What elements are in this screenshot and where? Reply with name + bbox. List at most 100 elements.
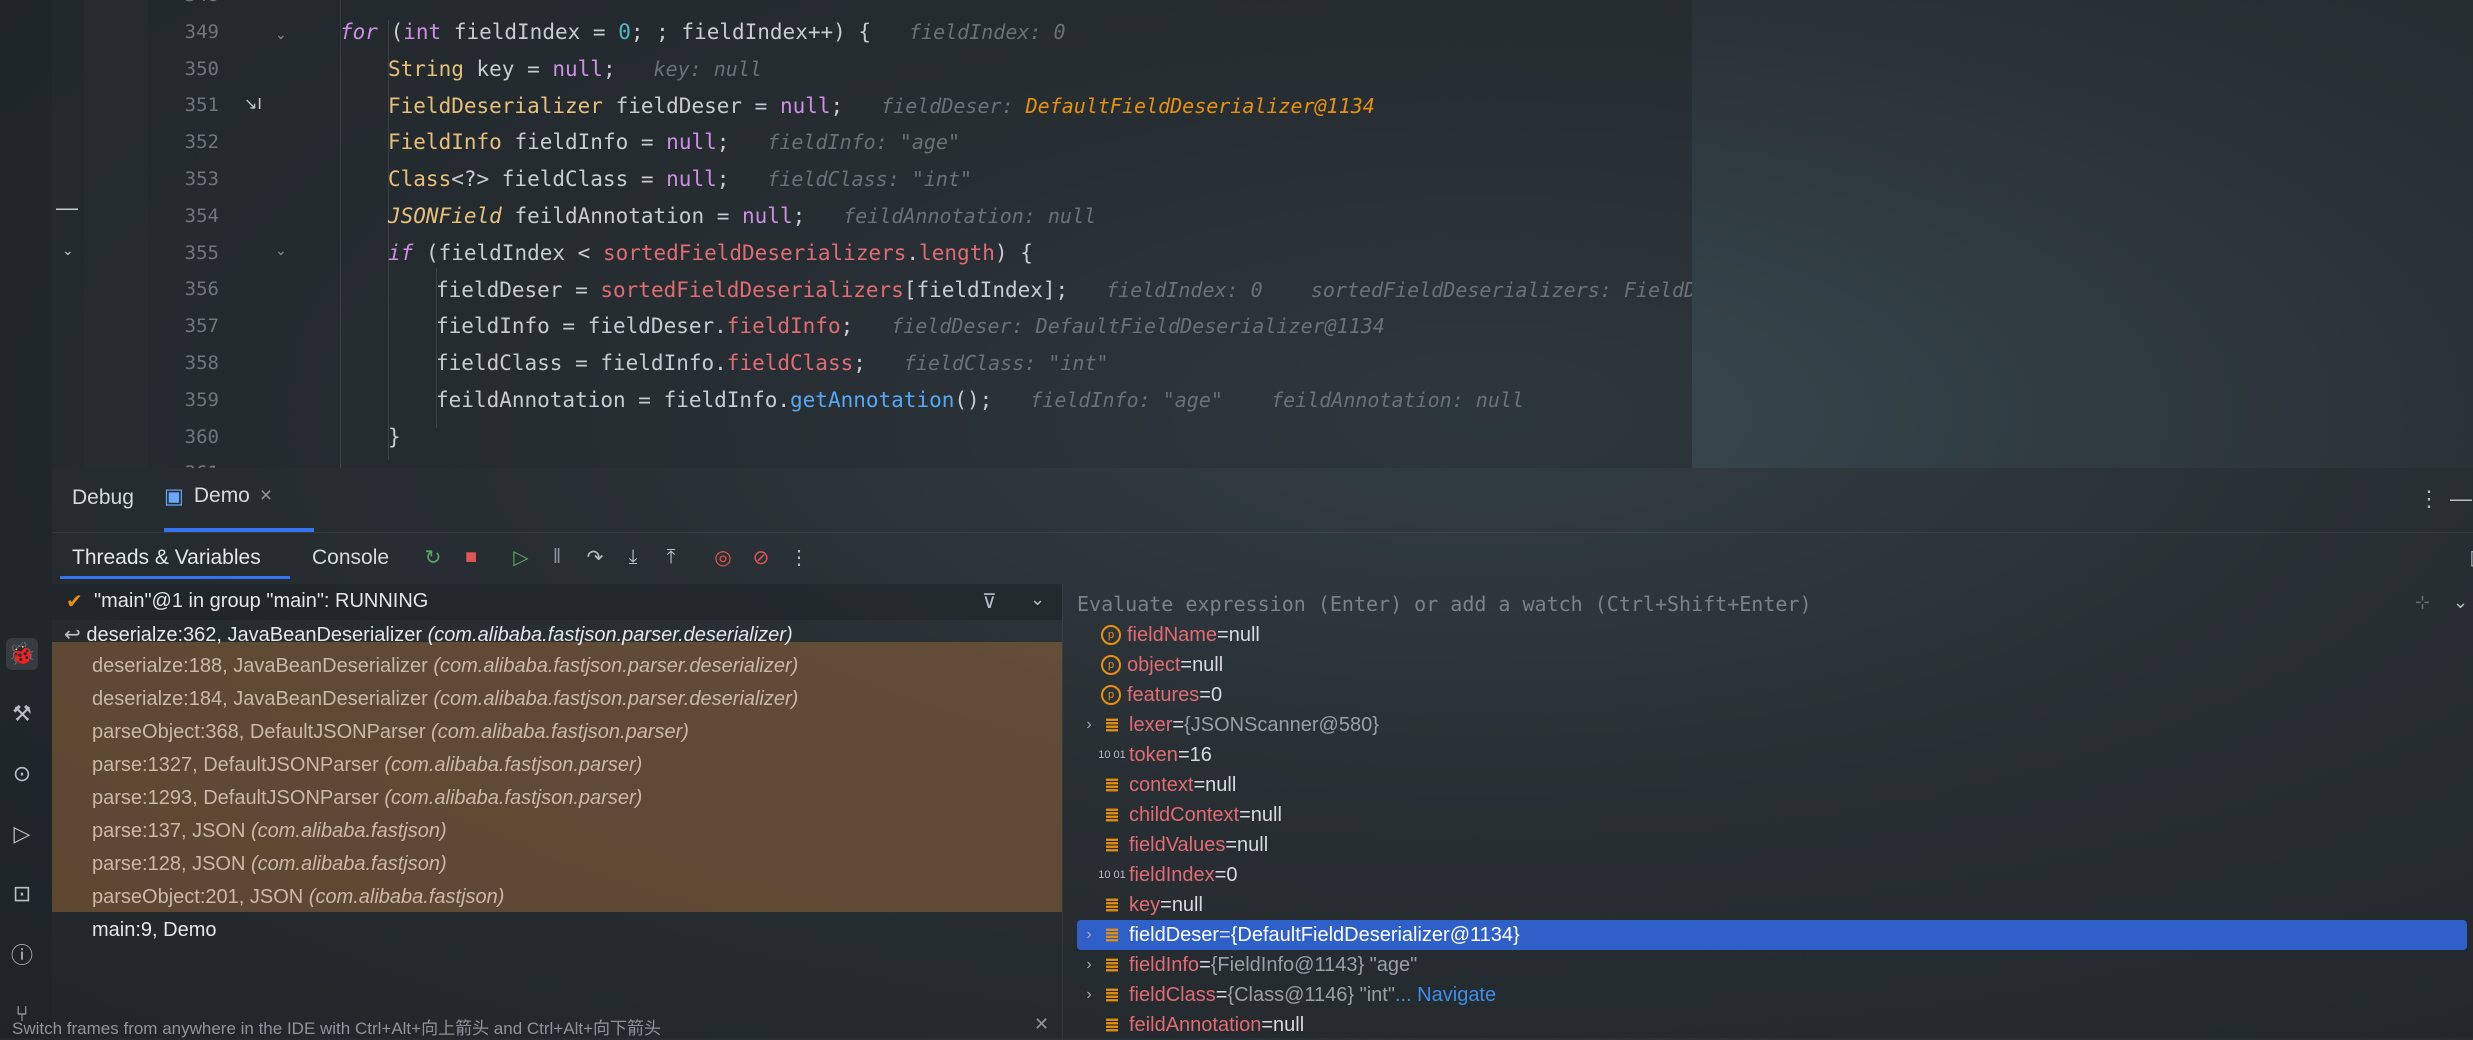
code-token: feildAnnotation = (501, 204, 743, 228)
add-watch-icon[interactable]: ⊹ (2415, 592, 2430, 613)
more-options-icon[interactable]: ⋮ (2418, 486, 2440, 512)
variable-row[interactable]: ≣ context = null (1077, 770, 2467, 800)
variable-value: null (1192, 653, 1224, 676)
variable-row[interactable]: › ≣ fieldInfo = {FieldInfo@1143} "age" (1077, 950, 2467, 980)
variable-equals: = (1199, 953, 1211, 976)
navigate-link[interactable]: ... Navigate (1395, 984, 1496, 1007)
collapse-icon[interactable]: — (56, 195, 78, 221)
tool-window-strip: 🐞 ⚒ ⊙ ▷ ⊡ ⓘ ⑂ (0, 0, 52, 1038)
pause-icon[interactable]: ‖ (542, 542, 572, 572)
variable-equals: = (1219, 923, 1231, 946)
stack-frame[interactable]: deserialze:188, JavaBeanDeserializer (co… (92, 655, 798, 678)
variable-equals: = (1215, 983, 1228, 1006)
frame-method: main:9, Demo (92, 919, 217, 941)
variable-row[interactable]: › ≣ fieldClass = {Class@1146} "int" ... Na… (1077, 980, 2467, 1010)
parameter-icon: p (1101, 655, 1121, 675)
code-editor[interactable]: — ⌄ 348 349 350 351 352 353 354 355 356 357 358 359… (52, 0, 1692, 468)
chevron-right-icon[interactable]: › (1077, 926, 1101, 944)
more-options-icon[interactable]: ⋮ (784, 542, 814, 572)
layout-icon[interactable]: ▯ (2460, 542, 2473, 572)
mute-breakpoints-icon[interactable]: ⊘ (746, 542, 776, 572)
filter-icon[interactable]: ⊽ (982, 589, 997, 614)
variable-row[interactable]: › ≣ fieldDeser = {DefaultFieldDeserializer… (1077, 920, 2467, 950)
code-token: int (403, 20, 442, 44)
stack-frame[interactable]: parse:1327, DefaultJSONParser (com.aliba… (92, 754, 642, 777)
frames-panel: ✔ "main"@1 in group "main": RUNNING ⊽ ⌄ … (52, 584, 1062, 1038)
tab-demo-session[interactable]: ▣ Demo × (164, 484, 272, 532)
minimize-icon[interactable]: — (2450, 486, 2472, 512)
variable-row[interactable]: › ≣ lexer = {JSONScanner@580} (1077, 710, 2467, 740)
fold-marker-icon[interactable]: ⌄ (275, 242, 287, 259)
run-icon[interactable]: ▷ (6, 818, 38, 850)
chevron-down-icon[interactable]: ⌄ (62, 242, 74, 259)
variable-name: fieldDeser (1129, 923, 1220, 946)
field-icon: ≣ (1104, 804, 1120, 825)
variable-name: fieldName (1127, 623, 1218, 646)
frame-package: (com.alibaba.fastjson.parser) (384, 787, 643, 809)
field-icon: ≣ (1104, 954, 1120, 975)
stack-frame[interactable]: ↩ deserialze:362, JavaBeanDeserializer (… (64, 622, 793, 647)
code-token: null (552, 56, 603, 81)
build-hammer-icon[interactable]: ⚒ (6, 698, 38, 730)
step-over-icon[interactable]: ↷ (580, 542, 610, 572)
problems-icon[interactable]: ⓘ (6, 938, 38, 970)
variable-row[interactable]: p features = 0 (1077, 680, 2467, 710)
stop-icon[interactable]: ■ (456, 542, 486, 572)
stack-frame[interactable]: parse:1293, DefaultJSONParser (com.aliba… (92, 787, 642, 810)
variable-row[interactable]: 10 01 token = 16 (1077, 740, 2467, 770)
chevron-down-icon[interactable]: ⌄ (2453, 592, 2468, 613)
close-hint-icon[interactable]: ✕ (1034, 1014, 1049, 1035)
variable-row[interactable]: 10 01 fieldIndex = 0 (1077, 860, 2467, 890)
parameter-icon: p (1101, 625, 1121, 645)
active-tab-indicator (164, 528, 314, 532)
code-token: null (666, 167, 717, 192)
step-out-icon[interactable]: ⤒ (656, 542, 686, 572)
inline-debug-value: fieldDeser: (881, 93, 1026, 118)
debug-tool-icon[interactable]: 🐞 (6, 638, 38, 670)
thread-selector[interactable]: ✔ "main"@1 in group "main": RUNNING ⊽ ⌄ (52, 584, 1062, 620)
tab-console[interactable]: Console (312, 546, 389, 570)
variable-row[interactable]: ≣ childContext = null (1077, 800, 2467, 830)
inline-debug-value: fieldIndex: 0 sortedFieldDeserializers: … (1106, 277, 1692, 302)
variable-value: null (1237, 833, 1269, 856)
chevron-right-icon[interactable]: › (1077, 716, 1101, 734)
hint-text: Switch frames from anywhere in the IDE w… (12, 1019, 662, 1038)
terminal-icon[interactable]: ⊡ (6, 878, 38, 910)
stack-frame[interactable]: parseObject:201, JSON (com.alibaba.fastj… (92, 886, 504, 909)
resume-icon[interactable]: ▷ (506, 542, 536, 572)
variable-row[interactable]: ≣ fieldValues = null (1077, 830, 2467, 860)
view-breakpoints-icon[interactable]: ◎ (708, 542, 738, 572)
services-icon[interactable]: ⊙ (6, 758, 38, 790)
line-number: 358 (184, 352, 219, 374)
stack-frame[interactable]: parse:128, JSON (com.alibaba.fastjson) (92, 853, 447, 876)
variable-name: context (1129, 773, 1194, 796)
variable-row[interactable]: p fieldName = null (1077, 620, 2467, 650)
stack-frame[interactable]: parse:137, JSON (com.alibaba.fastjson) (92, 820, 447, 843)
variable-row[interactable]: ≣ feildAnnotation = null (1077, 1010, 2467, 1040)
step-into-icon[interactable]: ⤓ (618, 542, 648, 572)
variable-row[interactable]: ≣ key = null (1077, 890, 2467, 920)
close-icon[interactable]: × (260, 484, 272, 532)
tab-threads-variables[interactable]: Threads & Variables (72, 546, 261, 570)
chevron-down-icon[interactable]: ⌄ (1030, 589, 1045, 610)
rerun-icon[interactable]: ↻ (418, 542, 448, 572)
stack-frame[interactable]: deserialze:184, JavaBeanDeserializer (co… (92, 688, 798, 711)
variable-name: key (1129, 893, 1161, 916)
variable-value: null (1250, 803, 1282, 826)
debug-title: Debug (72, 486, 134, 509)
fold-marker-icon[interactable]: ⌄ (275, 26, 287, 43)
stack-frame[interactable]: main:9, Demo (92, 919, 217, 942)
chevron-right-icon[interactable]: › (1077, 986, 1101, 1004)
chevron-right-icon[interactable]: › (1077, 956, 1101, 974)
indent-guide (340, 0, 341, 468)
code-line: fieldInfo = fieldDeser.fieldInfo; fieldD… (436, 314, 1385, 338)
field-icon: ≣ (1104, 894, 1120, 915)
variable-row[interactable]: p object = null (1077, 650, 2467, 680)
evaluate-expression-input[interactable]: Evaluate expression (Enter) or add a wat… (1077, 592, 1812, 616)
code-token: ; (792, 204, 806, 228)
variable-value: 16 (1189, 743, 1212, 766)
stack-frame[interactable]: parseObject:368, DefaultJSONParser (com.… (92, 721, 689, 744)
line-number: 351 (184, 94, 219, 117)
